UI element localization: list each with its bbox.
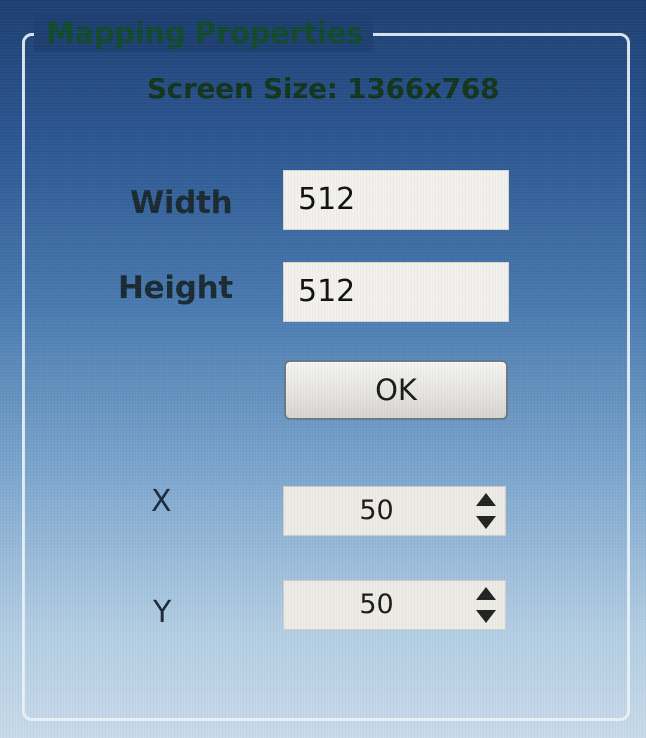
arrow-down-icon[interactable] — [471, 511, 501, 533]
arrow-up-icon[interactable] — [471, 583, 501, 605]
group-title: Mapping Properties — [34, 14, 373, 52]
y-spinner-value[interactable]: 50 — [284, 581, 469, 629]
y-spinner[interactable]: 50 — [283, 580, 506, 630]
x-spinner-buttons — [471, 489, 501, 533]
screen-size-label: Screen Size: 1366x768 — [146, 72, 500, 105]
y-spinner-buttons — [471, 583, 501, 627]
width-input[interactable]: 512 — [283, 170, 509, 230]
x-spinner-value[interactable]: 50 — [284, 487, 469, 535]
arrow-up-icon[interactable] — [471, 489, 501, 511]
width-label: Width — [130, 185, 233, 221]
y-label: Y — [153, 595, 172, 630]
x-label: X — [151, 484, 172, 519]
arrow-down-icon[interactable] — [471, 605, 501, 627]
ok-button[interactable]: OK — [284, 360, 508, 420]
x-spinner[interactable]: 50 — [283, 486, 506, 536]
height-label: Height — [118, 270, 233, 306]
height-input[interactable]: 512 — [283, 262, 509, 322]
